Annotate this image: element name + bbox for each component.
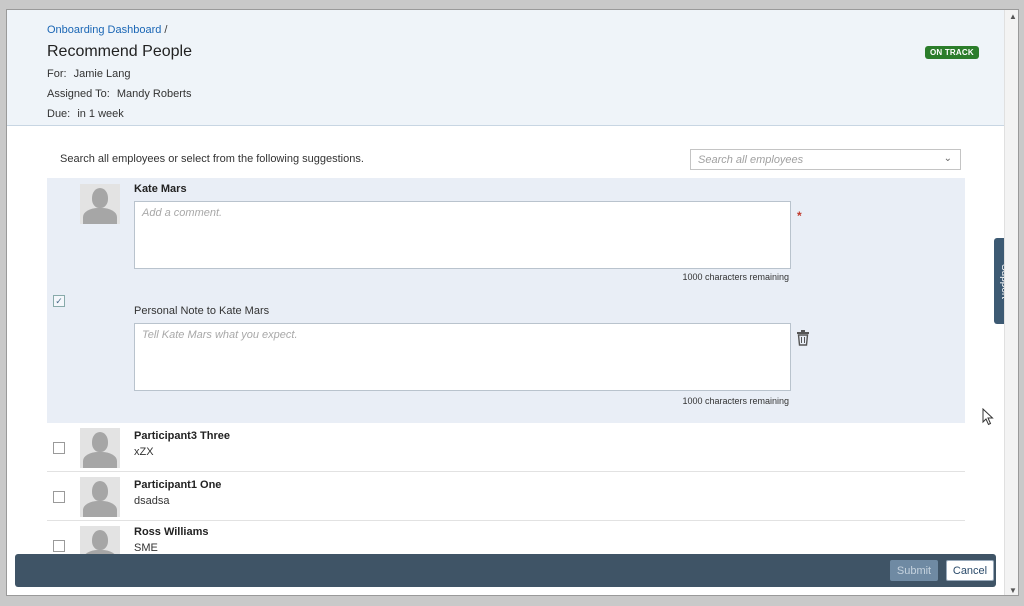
avatar [80, 428, 120, 468]
page-title: Recommend People [47, 43, 192, 60]
mouse-pointer-icon [982, 408, 994, 426]
chevron-down-icon[interactable]: ⌄ [944, 153, 952, 164]
avatar [80, 477, 120, 517]
cancel-button[interactable]: Cancel [946, 560, 994, 581]
person-detail: dsadsa [134, 495, 170, 507]
meta-assigned-label: Assigned To: [47, 88, 110, 100]
comment-textarea[interactable] [134, 201, 791, 269]
note-characters-remaining: 1000 characters remaining [682, 396, 789, 406]
meta-assigned: Assigned To: Mandy Roberts [47, 88, 191, 100]
person-name: Participant1 One [134, 479, 222, 491]
employee-search-combobox[interactable]: ⌄ [690, 149, 961, 170]
required-indicator: * [797, 209, 802, 223]
person-detail: xZX [134, 446, 154, 458]
personal-note-label: Personal Note to Kate Mars [134, 305, 270, 317]
breadcrumb-separator: / [164, 24, 168, 36]
footer-toolbar: Submit Cancel [15, 554, 996, 587]
meta-due: Due: in 1 week [47, 108, 124, 120]
select-checkbox-kate-mars[interactable]: ✓ [53, 295, 65, 307]
dialog-window: Onboarding Dashboard / Recommend People … [6, 9, 1019, 596]
person-name: Ross Williams [134, 526, 209, 538]
meta-for-value: Jamie Lang [73, 68, 131, 80]
breadcrumb: Onboarding Dashboard / [47, 24, 167, 36]
meta-for-label: For: [47, 68, 67, 80]
breadcrumb-link-onboarding-dashboard[interactable]: Onboarding Dashboard [47, 24, 161, 36]
comment-characters-remaining: 1000 characters remaining [682, 272, 789, 282]
search-input[interactable] [691, 150, 931, 170]
meta-due-value: in 1 week [77, 108, 124, 120]
vertical-scrollbar[interactable]: ▲ ▼ [1004, 10, 1018, 595]
personal-note-textarea[interactable] [134, 323, 791, 391]
page-header: Onboarding Dashboard / Recommend People … [7, 10, 1004, 126]
avatar [80, 184, 120, 224]
list-item[interactable]: Participant3 Three xZX [47, 424, 965, 472]
select-checkbox[interactable] [53, 540, 65, 552]
select-checkbox[interactable] [53, 491, 65, 503]
person-name: Participant3 Three [134, 430, 230, 442]
select-checkbox[interactable] [53, 442, 65, 454]
meta-for: For: Jamie Lang [47, 68, 131, 80]
search-hint: Search all employees or select from the … [60, 153, 364, 165]
meta-assigned-value: Mandy Roberts [116, 88, 192, 100]
trash-icon[interactable] [796, 330, 810, 346]
status-badge: ON TRACK [925, 46, 979, 59]
scroll-up-arrow-icon[interactable]: ▲ [1009, 12, 1017, 21]
list-item[interactable]: Participant1 One dsadsa [47, 473, 965, 521]
person-detail: SME [134, 542, 158, 554]
submit-button[interactable]: Submit [890, 560, 938, 581]
selected-person-name: Kate Mars [134, 183, 187, 195]
meta-due-label: Due: [47, 108, 71, 120]
scroll-down-arrow-icon[interactable]: ▼ [1009, 586, 1017, 595]
